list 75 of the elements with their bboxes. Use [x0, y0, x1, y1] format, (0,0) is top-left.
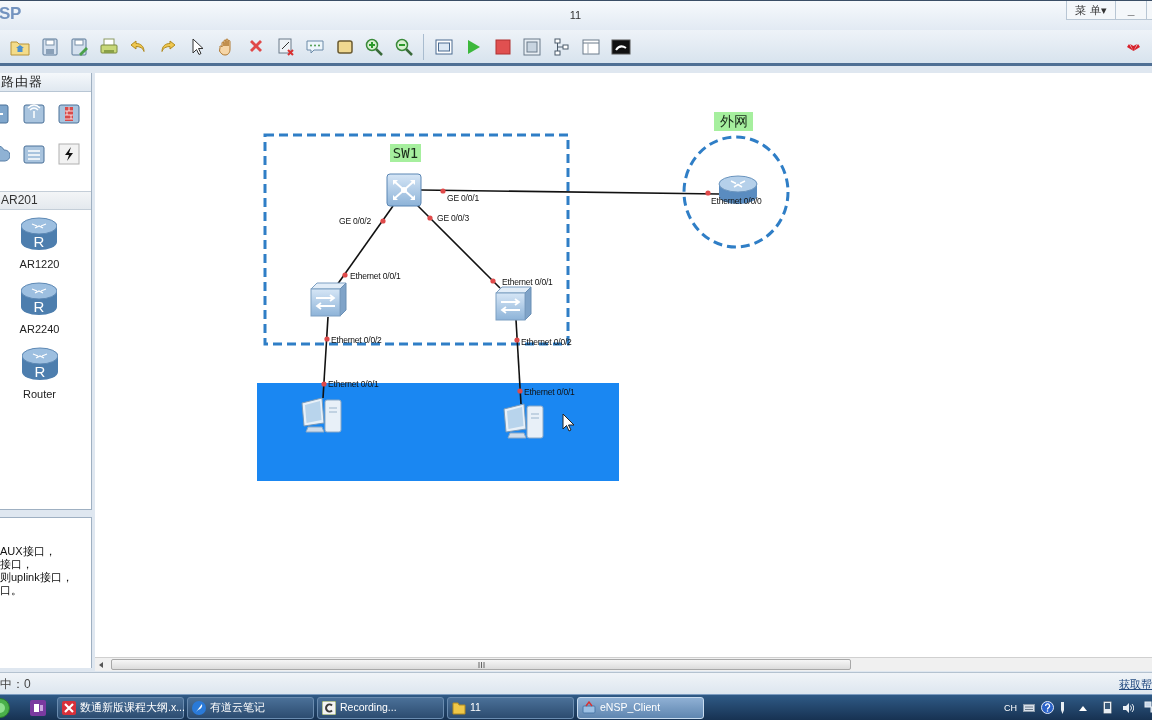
network-app-icon: [582, 700, 596, 715]
chevron-up-icon[interactable]: [1079, 704, 1087, 711]
terminal-icon[interactable]: [610, 36, 631, 57]
port-dot-icon: [342, 272, 348, 278]
notebook-app-icon[interactable]: [30, 699, 46, 716]
port-dot-icon: [705, 190, 711, 196]
firewall-icon[interactable]: [57, 102, 82, 126]
switch-icon: [310, 282, 347, 317]
topology-icon[interactable]: [551, 36, 572, 57]
port-label: Ethernet 0/0/1: [524, 387, 575, 397]
device-tray-icon[interactable]: [1103, 701, 1112, 714]
device-item[interactable]: R AR1220: [19, 217, 60, 271]
fit-icon[interactable]: [433, 36, 454, 57]
lightning-icon[interactable]: [57, 142, 82, 166]
petal-logo-icon: [1127, 41, 1140, 52]
area-label: 外网: [714, 112, 753, 131]
port-dot-icon: [427, 215, 433, 221]
pc-icon: [503, 403, 544, 439]
port-label: GE 0/0/2: [339, 216, 371, 226]
port-dot-icon: [514, 337, 520, 343]
port-dot-icon: [321, 381, 327, 387]
port-label: GE 0/0/3: [437, 213, 469, 223]
window-icon[interactable]: [581, 36, 601, 57]
taskbar-button[interactable]: 有道云笔记: [187, 696, 314, 719]
port-dot-icon: [440, 188, 446, 194]
panel-header: 路由器: [0, 73, 91, 92]
port-label: Ethernet 0/0/2: [331, 335, 382, 345]
pc-icon: [301, 397, 342, 433]
selection-count: 中：0: [0, 676, 31, 692]
taskbar-button[interactable]: Recording...: [317, 696, 444, 719]
switch-icon: [495, 286, 532, 321]
delete-link-icon[interactable]: [275, 36, 296, 57]
help-icon[interactable]: [1041, 701, 1054, 714]
scroll-left-icon[interactable]: [99, 661, 103, 668]
cross-app-icon: [62, 700, 76, 715]
device-group-header[interactable]: AR201: [0, 191, 91, 210]
save-icon[interactable]: [39, 36, 60, 57]
switch-icon[interactable]: [21, 142, 46, 166]
help-link[interactable]: 获取帮: [1119, 676, 1152, 692]
app-logo: SP: [0, 3, 21, 25]
zoom-out-icon[interactable]: [393, 36, 414, 57]
grip-icon: [477, 661, 485, 668]
port-label: Ethernet 0/0/1: [350, 271, 401, 281]
window-title: 11: [569, 8, 582, 23]
minimize-button[interactable]: _: [1115, 1, 1146, 20]
taskbar-button[interactable]: 数通新版课程大纲.x...: [57, 696, 184, 719]
wireless-ap-icon[interactable]: [21, 102, 46, 126]
area-label: SW1: [390, 144, 421, 162]
pen-icon[interactable]: [1060, 701, 1065, 714]
taskbar-button[interactable]: 11: [447, 696, 574, 719]
port-label: Ethernet 0/0/1: [502, 277, 553, 287]
language-indicator[interactable]: CH: [1004, 701, 1017, 714]
port-dot-icon: [380, 218, 386, 224]
capture-icon[interactable]: [522, 36, 542, 57]
stop-icon[interactable]: [492, 36, 513, 57]
print-icon[interactable]: [98, 36, 119, 57]
speaker-icon[interactable]: [1122, 701, 1134, 714]
device-item[interactable]: R AR2240: [19, 282, 60, 336]
folder-icon: [452, 700, 466, 715]
device-item[interactable]: R Router: [21, 347, 58, 401]
mouse-pointer-icon: [562, 413, 575, 432]
port-dot-icon: [490, 278, 496, 284]
description-text: AUX接口， 接口， 则uplink接口， 口。: [0, 544, 74, 597]
port-label: GE 0/0/1: [447, 193, 479, 203]
feather-app-icon: [192, 700, 206, 715]
menu-button[interactable]: 菜 单▾: [1066, 1, 1115, 20]
scrollbar-thumb[interactable]: [111, 659, 851, 670]
zoom-in-icon[interactable]: [364, 36, 384, 57]
port-dot-icon: [517, 388, 523, 394]
horizontal-scrollbar[interactable]: [95, 657, 1152, 671]
core-switch-icon: [386, 173, 422, 207]
port-dot-icon: [324, 336, 330, 342]
save-as-icon[interactable]: [69, 36, 89, 57]
keyboard-icon[interactable]: [1023, 702, 1035, 713]
arc-app-icon: [322, 700, 336, 715]
